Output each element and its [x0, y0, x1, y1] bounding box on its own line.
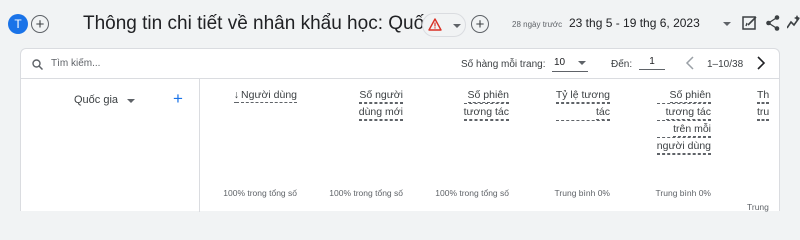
edit-report-icon[interactable]: [741, 14, 759, 32]
column-total: Trung: [747, 202, 769, 212]
goto-page-input[interactable]: [639, 54, 665, 70]
add-comparison-button[interactable]: +: [31, 15, 49, 33]
page-title: Thông tin chi tiết về nhân khẩu học: Quố…: [83, 13, 465, 34]
search-icon: [32, 59, 43, 70]
column-title: Số phiên tương tác trên mỗi người dùng: [656, 89, 711, 157]
plus-icon: +: [35, 16, 45, 33]
column-header-new-users[interactable]: Số người dùng mới 100% trong tổng số: [305, 79, 411, 212]
report-table-card: Số hàng mỗi trang: 10 Đến: 1–10/38 Quốc …: [20, 48, 780, 212]
rows-per-page-label: Số hàng mỗi trang:: [461, 59, 546, 70]
column-header-engagement-rate[interactable]: Tỷ lệ tương tác Trung bình 0%: [517, 79, 618, 212]
plus-icon: +: [475, 16, 485, 33]
column-total: Trung bình 0%: [655, 188, 711, 198]
dimension-header: Quốc gia +: [21, 79, 200, 212]
column-header-users[interactable]: ↓ Người dùng 100% trong tổng số: [199, 79, 305, 212]
column-total: Trung bình 0%: [554, 188, 610, 198]
column-header-engaged-sessions[interactable]: Số phiên tương tác 100% trong tổng số: [411, 79, 517, 212]
chevron-down-icon[interactable]: [127, 99, 135, 103]
add-dimension-icon[interactable]: +: [173, 89, 183, 109]
insights-icon[interactable]: [787, 14, 800, 32]
avatar[interactable]: T: [8, 14, 28, 34]
add-filter-button[interactable]: +: [471, 15, 489, 33]
date-range-button[interactable]: 23 thg 5 - 19 thg 6, 2023: [569, 16, 700, 30]
column-total: 100% trong tổng số: [329, 188, 403, 198]
column-title: Tỷ lệ tương tác: [555, 89, 610, 123]
column-total: 100% trong tổng số: [223, 188, 297, 198]
warning-icon: [428, 18, 442, 31]
next-page-icon[interactable]: [756, 56, 766, 70]
column-title: Số người dùng mới: [358, 89, 403, 123]
column-title: Th tru: [757, 89, 770, 123]
column-title: ↓ Người dùng: [233, 89, 297, 103]
column-total: 100% trong tổng số: [435, 188, 509, 198]
rows-per-page-select[interactable]: 10: [552, 54, 588, 72]
goto-label: Đến:: [611, 59, 633, 70]
column-header-engaged-sessions-per-user[interactable]: Số phiên tương tác trên mỗi người dùng T…: [618, 79, 719, 212]
chevron-down-icon: [453, 24, 461, 28]
chevron-down-icon: [578, 61, 586, 65]
table-toolbar: Số hàng mỗi trang: 10 Đến: 1–10/38: [21, 49, 779, 79]
previous-page-icon[interactable]: [685, 56, 695, 70]
search-input[interactable]: [51, 55, 311, 71]
sort-down-icon: ↓: [233, 89, 240, 103]
column-header-partial[interactable]: Th tru Trung: [719, 79, 779, 212]
date-range-caret-icon[interactable]: [723, 22, 731, 26]
date-range-relative: 28 ngày trước: [512, 20, 563, 29]
rows-per-page-value: 10: [554, 57, 566, 68]
page-info: 1–10/38: [707, 59, 744, 70]
dimension-select[interactable]: Quốc gia: [74, 94, 118, 106]
share-icon[interactable]: [765, 14, 781, 32]
report-header: T + Thông tin chi tiết về nhân khẩu học:…: [0, 0, 800, 48]
column-title: Số phiên tương tác: [463, 89, 509, 123]
warning-button[interactable]: [422, 13, 466, 37]
